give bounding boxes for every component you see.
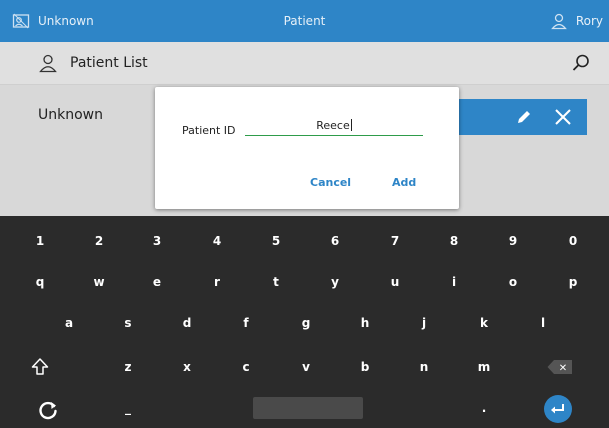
header-title: Patient xyxy=(283,14,326,28)
person-icon xyxy=(39,54,57,73)
key-h[interactable]: h xyxy=(350,308,380,338)
key-y[interactable]: y xyxy=(320,267,350,297)
user-menu[interactable]: Rory xyxy=(550,0,603,42)
add-button[interactable]: Add xyxy=(392,176,416,189)
user-icon xyxy=(550,13,567,30)
key-o[interactable]: o xyxy=(498,267,528,297)
key-z[interactable]: z xyxy=(113,352,143,382)
key-t[interactable]: t xyxy=(261,267,291,297)
key-v[interactable]: v xyxy=(291,352,321,382)
key-m[interactable]: m xyxy=(469,352,499,382)
enter-icon xyxy=(551,404,564,414)
key-c[interactable]: c xyxy=(231,352,261,382)
key-1[interactable]: 1 xyxy=(25,226,55,256)
refresh-key[interactable] xyxy=(37,399,59,425)
patient-list-bar: Patient List xyxy=(0,42,609,85)
key-u[interactable]: u xyxy=(380,267,410,297)
close-icon xyxy=(555,109,571,125)
key-g[interactable]: g xyxy=(291,308,321,338)
search-button[interactable] xyxy=(571,53,591,77)
add-patient-dialog: Patient ID Reece Cancel Add xyxy=(155,87,459,209)
onscreen-keyboard: 1 2 3 4 5 6 7 8 9 0 q w e r t y u i o p … xyxy=(0,216,609,428)
patient-id-input[interactable]: Reece xyxy=(245,115,423,136)
key-r[interactable]: r xyxy=(202,267,232,297)
key-5[interactable]: 5 xyxy=(261,226,291,256)
key-7[interactable]: 7 xyxy=(380,226,410,256)
pencil-icon xyxy=(518,111,530,123)
key-p[interactable]: p xyxy=(558,267,588,297)
search-icon xyxy=(572,54,589,71)
backspace-icon: ✕ xyxy=(547,360,572,374)
cancel-button[interactable]: Cancel xyxy=(310,176,351,189)
app-header: Unknown Patient Rory xyxy=(0,0,609,42)
key-6[interactable]: 6 xyxy=(320,226,350,256)
key-e[interactable]: e xyxy=(142,267,172,297)
key-3[interactable]: 3 xyxy=(142,226,172,256)
close-button[interactable] xyxy=(553,107,573,131)
key-d[interactable]: d xyxy=(172,308,202,338)
key-j[interactable]: j xyxy=(409,308,439,338)
backspace-glyph: ✕ xyxy=(559,363,567,374)
patient-row-label[interactable]: Unknown xyxy=(38,107,103,123)
page-title: Patient List xyxy=(70,55,148,71)
enter-key[interactable] xyxy=(544,395,572,423)
key-a[interactable]: a xyxy=(54,308,84,338)
spacebar[interactable] xyxy=(253,397,363,419)
key-l[interactable]: l xyxy=(528,308,558,338)
patient-id-label: Patient ID xyxy=(182,124,236,137)
shift-icon xyxy=(31,358,49,375)
key-w[interactable]: w xyxy=(84,267,114,297)
key-f[interactable]: f xyxy=(231,308,261,338)
edit-button[interactable] xyxy=(515,108,533,130)
key-k[interactable]: k xyxy=(469,308,499,338)
refresh-icon xyxy=(39,401,57,420)
patient-id-value: Reece xyxy=(316,119,350,132)
key-s[interactable]: s xyxy=(113,308,143,338)
user-name: Rory xyxy=(575,14,603,28)
key-n[interactable]: n xyxy=(409,352,439,382)
key-q[interactable]: q xyxy=(25,267,55,297)
key-i[interactable]: i xyxy=(439,267,469,297)
text-caret xyxy=(350,119,352,131)
key-period[interactable]: . xyxy=(469,393,499,423)
shift-key[interactable] xyxy=(30,357,50,381)
key-underscore[interactable]: _ xyxy=(113,393,143,423)
key-x[interactable]: x xyxy=(172,352,202,382)
key-b[interactable]: b xyxy=(350,352,380,382)
key-8[interactable]: 8 xyxy=(439,226,469,256)
key-4[interactable]: 4 xyxy=(202,226,232,256)
backspace-key[interactable]: ✕ xyxy=(546,357,574,381)
row-actions-bar xyxy=(455,99,587,135)
key-9[interactable]: 9 xyxy=(498,226,528,256)
key-0[interactable]: 0 xyxy=(558,226,588,256)
key-2[interactable]: 2 xyxy=(84,226,114,256)
